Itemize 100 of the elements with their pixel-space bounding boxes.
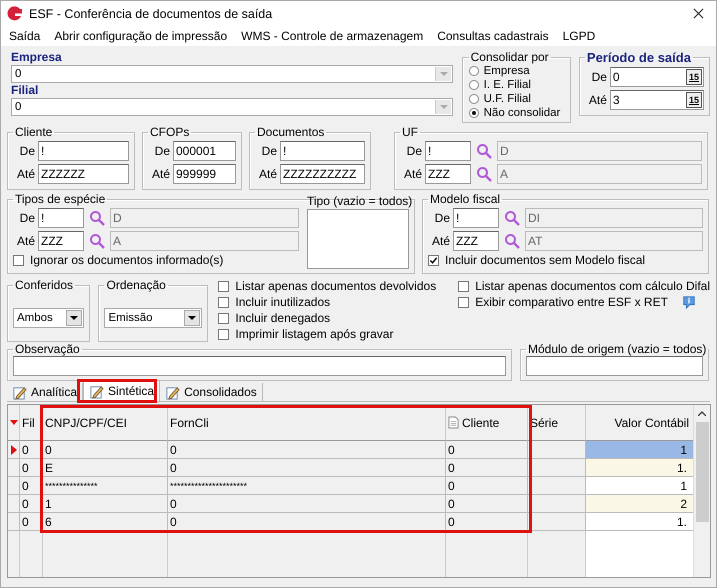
tab[interactable]: Consolidados bbox=[160, 383, 263, 401]
table-cell: 0 bbox=[20, 495, 43, 513]
description-field: D bbox=[110, 208, 299, 228]
group-title: UF bbox=[401, 125, 419, 139]
table-cell: 1 bbox=[586, 441, 694, 459]
input-field[interactable] bbox=[526, 356, 703, 376]
checkbox[interactable] bbox=[458, 296, 470, 308]
calendar-button[interactable]: 15 bbox=[686, 68, 702, 84]
input-field[interactable]: ! bbox=[38, 208, 84, 228]
checkbox[interactable] bbox=[218, 280, 230, 292]
dropdown[interactable]: 0 bbox=[11, 98, 453, 116]
input-field[interactable]: ZZZ bbox=[453, 230, 499, 250]
checkbox[interactable] bbox=[428, 254, 439, 266]
scroll-bar[interactable] bbox=[693, 405, 710, 577]
group-title: Período de saída bbox=[586, 50, 692, 65]
document-icon bbox=[448, 416, 459, 429]
checkbox-label: Incluir denegados bbox=[235, 311, 330, 325]
table-cell: 0 bbox=[168, 459, 446, 477]
input-field[interactable]: 999999 bbox=[173, 164, 236, 184]
dropdown[interactable]: Ambos bbox=[13, 308, 84, 328]
checkbox-label: Ignorar os documentos informado(s) bbox=[30, 253, 224, 267]
group-title: Ordenação bbox=[105, 278, 167, 292]
table-cell: 0 bbox=[43, 441, 168, 459]
group-title: Consolidar por bbox=[470, 50, 550, 64]
column-header[interactable]: Cliente bbox=[462, 416, 500, 430]
field-label: Até bbox=[588, 92, 607, 106]
group-title: CFOPs bbox=[149, 125, 190, 139]
column-header[interactable]: Valor Contábil bbox=[614, 416, 689, 430]
table-cell: 1. bbox=[586, 513, 694, 531]
field-label: De bbox=[18, 144, 35, 158]
caret-icon bbox=[435, 100, 451, 114]
field-label: Até bbox=[16, 234, 35, 248]
table-cell: 6 bbox=[43, 513, 168, 531]
checkbox[interactable] bbox=[13, 254, 24, 266]
checkbox[interactable] bbox=[218, 296, 230, 308]
group-title: Conferidos bbox=[14, 278, 74, 292]
dropdown[interactable]: 0 bbox=[11, 65, 453, 83]
close-icon[interactable] bbox=[693, 8, 704, 19]
radio-label: I. E. Filial bbox=[484, 79, 531, 91]
menu-item[interactable]: WMS - Controle de armazenagem bbox=[241, 29, 424, 43]
radio-button[interactable] bbox=[468, 94, 479, 104]
field-label: De bbox=[18, 210, 35, 224]
radio-button[interactable] bbox=[468, 80, 479, 90]
checkbox[interactable] bbox=[218, 312, 230, 324]
radio-button[interactable] bbox=[468, 66, 479, 76]
field-label: De bbox=[434, 210, 450, 224]
field-label: De bbox=[260, 144, 277, 158]
table-cell: 0 bbox=[446, 441, 528, 459]
field-label: Até bbox=[150, 166, 170, 180]
input-field[interactable]: ! bbox=[453, 208, 499, 228]
caret-icon bbox=[184, 310, 200, 326]
input-field[interactable]: ZZZZZZZZZZ bbox=[280, 164, 365, 184]
menu-item[interactable]: LGPD bbox=[562, 29, 596, 43]
search-icon[interactable] bbox=[89, 232, 105, 248]
input-field[interactable] bbox=[13, 356, 506, 376]
current-row-icon bbox=[10, 444, 16, 454]
info-icon[interactable] bbox=[682, 295, 696, 309]
input-field[interactable]: ZZZZZZ bbox=[38, 164, 129, 184]
table-cell: ********************** bbox=[168, 477, 446, 495]
input-field[interactable]: ! bbox=[425, 140, 471, 160]
group-title: Observação bbox=[14, 342, 81, 356]
input-field[interactable]: ! bbox=[38, 140, 129, 160]
menu-item[interactable]: Saída bbox=[9, 29, 40, 43]
search-icon[interactable] bbox=[504, 210, 520, 226]
group-title: Tipos de espécie bbox=[14, 192, 106, 206]
input-field[interactable]: 000001 bbox=[173, 140, 236, 160]
input-field[interactable]: ZZZ bbox=[38, 230, 84, 250]
checkbox[interactable] bbox=[218, 328, 230, 340]
app-logo-icon bbox=[7, 6, 23, 22]
description-field: DI bbox=[525, 208, 703, 228]
input-field[interactable]: ZZZ bbox=[425, 164, 471, 184]
search-icon[interactable] bbox=[89, 210, 105, 226]
date-field[interactable]: 0 15 bbox=[610, 66, 704, 86]
column-header[interactable]: FornCli bbox=[170, 416, 209, 430]
column-header[interactable]: CNPJ/CPF/CEI bbox=[45, 416, 128, 430]
radio-button[interactable] bbox=[468, 108, 479, 118]
checkbox[interactable] bbox=[458, 280, 470, 292]
dropdown[interactable]: Emissão bbox=[104, 308, 202, 328]
search-icon[interactable] bbox=[476, 166, 492, 182]
table-cell: 0 bbox=[446, 513, 528, 531]
input-field[interactable]: ! bbox=[280, 140, 365, 160]
text-area[interactable] bbox=[307, 209, 409, 269]
table-cell: *************** bbox=[43, 477, 168, 495]
column-header[interactable]: Fil bbox=[22, 416, 35, 430]
table-cell: 0 bbox=[20, 513, 43, 531]
search-icon[interactable] bbox=[476, 142, 492, 158]
checkbox-label: Exibir comparativo entre ESF x RET bbox=[475, 295, 668, 309]
menu-item[interactable]: Abrir configuração de impressão bbox=[54, 29, 228, 43]
calendar-button[interactable]: 15 bbox=[686, 92, 702, 108]
menu-item[interactable]: Consultas cadastrais bbox=[437, 29, 549, 43]
date-field[interactable]: 3 15 bbox=[610, 90, 704, 110]
table-cell: E bbox=[43, 459, 168, 477]
checkbox-label: Listar apenas documentos com cálculo Difal bbox=[475, 279, 710, 293]
search-icon[interactable] bbox=[504, 232, 520, 248]
table-cell: 1. bbox=[586, 459, 694, 477]
table-cell: 0 bbox=[20, 477, 43, 495]
table-cell: 0 bbox=[446, 477, 528, 495]
window-title: ESF - Conferência de documentos de saída bbox=[29, 6, 274, 20]
checkbox-label: Imprimir listagem após gravar bbox=[235, 327, 394, 341]
group-title: Documentos bbox=[256, 125, 326, 139]
